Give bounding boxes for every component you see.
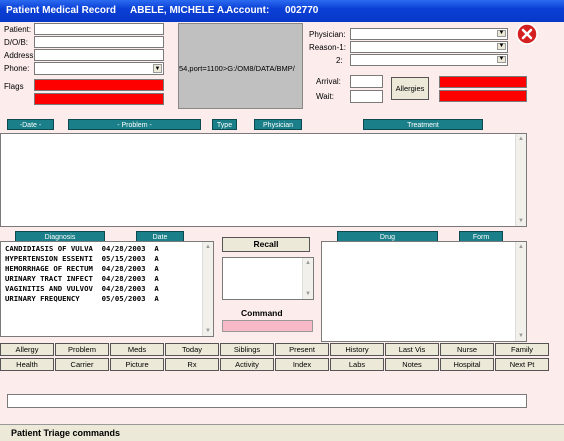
close-icon[interactable]	[516, 23, 538, 45]
recall-list[interactable]: ▲ ▼	[222, 257, 314, 300]
scroll-up-icon[interactable]: ▲	[517, 243, 525, 251]
address-label: Address:	[4, 51, 36, 60]
nav-notes-button[interactable]: Notes	[385, 358, 439, 371]
nav-health-button[interactable]: Health	[0, 358, 54, 371]
diagnosis-list[interactable]: CANDIDIASIS OF VULVA 04/28/2003 A HYPERT…	[0, 241, 214, 337]
list-item[interactable]: CANDIDIASIS OF VULVA 04/28/2003 A	[5, 244, 159, 253]
scroll-down-icon[interactable]: ▼	[204, 327, 212, 335]
reason2-select[interactable]: ▼	[350, 54, 508, 66]
title-bar[interactable]: Patient Medical Record ABELE, MICHELE A.…	[0, 0, 564, 22]
window-title: Patient Medical Record	[6, 5, 117, 16]
patient-image-box: 54,port=1100>G:/OM8/DATA/BMP/	[178, 23, 303, 109]
account-label: Account:	[226, 5, 270, 16]
account-number: 002770	[285, 5, 319, 16]
list-item[interactable]: VAGINITIS AND VULVOV 04/28/2003 A	[5, 284, 159, 293]
list-item[interactable]: HYPERTENSION ESSENTI 05/15/2003 A	[5, 254, 159, 263]
phone-label: Phone:	[4, 64, 30, 73]
date-column-header[interactable]: -Date -	[7, 119, 54, 130]
reason1-select[interactable]: ▼	[350, 41, 508, 53]
flags-label: Flags	[4, 82, 24, 91]
list-item[interactable]: HEMORRHAGE OF RECTUM 04/28/2003 A	[5, 264, 159, 273]
patient-field[interactable]	[34, 23, 164, 35]
scroll-down-icon[interactable]: ▼	[304, 290, 312, 298]
nav-today-button[interactable]: Today	[165, 343, 219, 356]
nav-carrier-button[interactable]: Carrier	[55, 358, 109, 371]
chevron-down-icon[interactable]: ▼	[497, 43, 506, 50]
status-text: Patient Triage commands	[11, 428, 121, 438]
nav-history-button[interactable]: History	[330, 343, 384, 356]
physician-column-header[interactable]: Physician	[254, 119, 302, 130]
command-input[interactable]	[222, 320, 313, 332]
chevron-down-icon[interactable]: ▼	[497, 30, 506, 37]
physician-select[interactable]: ▼	[350, 28, 508, 40]
nav-allergy-button[interactable]: Allergy	[0, 343, 54, 356]
patient-label: Patient:	[4, 25, 32, 34]
nav-index-button[interactable]: Index	[275, 358, 329, 371]
status-bar: Patient Triage commands	[0, 424, 564, 441]
arrival-label: Arrival:	[316, 77, 341, 86]
nav-rx-button[interactable]: Rx	[165, 358, 219, 371]
scroll-up-icon[interactable]: ▲	[204, 243, 212, 251]
physician-label: Physician:	[309, 30, 346, 39]
scroll-down-icon[interactable]: ▼	[517, 332, 525, 340]
nav-siblings-button[interactable]: Siblings	[220, 343, 274, 356]
nav-problem-button[interactable]: Problem	[55, 343, 109, 356]
nav-hospital-button[interactable]: Hospital	[440, 358, 494, 371]
patient-record-window: Patient Medical Record ABELE, MICHELE A.…	[0, 0, 564, 441]
chevron-down-icon[interactable]: ▼	[497, 56, 506, 63]
dob-label: D/O/B:	[4, 38, 29, 47]
wait-label: Wait:	[316, 92, 334, 101]
wait-field[interactable]	[350, 90, 383, 103]
nav-present-button[interactable]: Present	[275, 343, 329, 356]
nav-last-vis-button[interactable]: Last Vis	[385, 343, 439, 356]
scrollbar[interactable]: ▲ ▼	[202, 242, 213, 336]
nav-meds-button[interactable]: Meds	[110, 343, 164, 356]
patient-name-title: ABELE, MICHELE A.	[130, 5, 227, 16]
problem-grid[interactable]: ▲ ▼	[0, 133, 527, 227]
allergy-flag-1[interactable]	[439, 76, 527, 88]
nav-nurse-button[interactable]: Nurse	[440, 343, 494, 356]
nav-activity-button[interactable]: Activity	[220, 358, 274, 371]
allergies-button[interactable]: Allergies	[391, 77, 429, 100]
phone-select[interactable]: ▼	[34, 62, 164, 75]
scrollbar[interactable]: ▲ ▼	[302, 258, 313, 299]
drug-list[interactable]: ▲ ▼	[321, 241, 527, 342]
address-field[interactable]	[34, 49, 164, 61]
type-column-header[interactable]: Type	[212, 119, 237, 130]
reason1-label: Reason-1:	[309, 43, 346, 52]
nav-labs-button[interactable]: Labs	[330, 358, 384, 371]
scroll-up-icon[interactable]: ▲	[304, 259, 312, 267]
treatment-column-header[interactable]: Treatment	[363, 119, 483, 130]
image-path-text: 54,port=1100>G:/OM8/DATA/BMP/	[179, 64, 295, 73]
command-line-input[interactable]	[7, 394, 527, 408]
scrollbar[interactable]: ▲ ▼	[515, 134, 526, 226]
problem-column-header[interactable]: - Problem -	[68, 119, 201, 130]
list-item[interactable]: URINARY FREQUENCY 05/05/2003 A	[5, 294, 159, 303]
scrollbar[interactable]: ▲ ▼	[515, 242, 526, 341]
flag-field-2[interactable]	[34, 93, 164, 105]
recall-button[interactable]: Recall	[222, 237, 310, 252]
scroll-up-icon[interactable]: ▲	[517, 135, 525, 143]
scroll-down-icon[interactable]: ▼	[517, 217, 525, 225]
allergy-flag-2[interactable]	[439, 90, 527, 102]
chevron-down-icon[interactable]: ▼	[153, 64, 162, 73]
nav-family-button[interactable]: Family	[495, 343, 549, 356]
dob-field[interactable]	[34, 36, 164, 48]
nav-next-pt-button[interactable]: Next Pt	[495, 358, 549, 371]
list-item[interactable]: URINARY TRACT INFECT 04/28/2003 A	[5, 274, 159, 283]
nav-picture-button[interactable]: Picture	[110, 358, 164, 371]
reason2-label: 2:	[336, 56, 343, 65]
flag-field-1[interactable]	[34, 79, 164, 91]
command-label: Command	[241, 308, 283, 318]
arrival-field[interactable]	[350, 75, 383, 88]
